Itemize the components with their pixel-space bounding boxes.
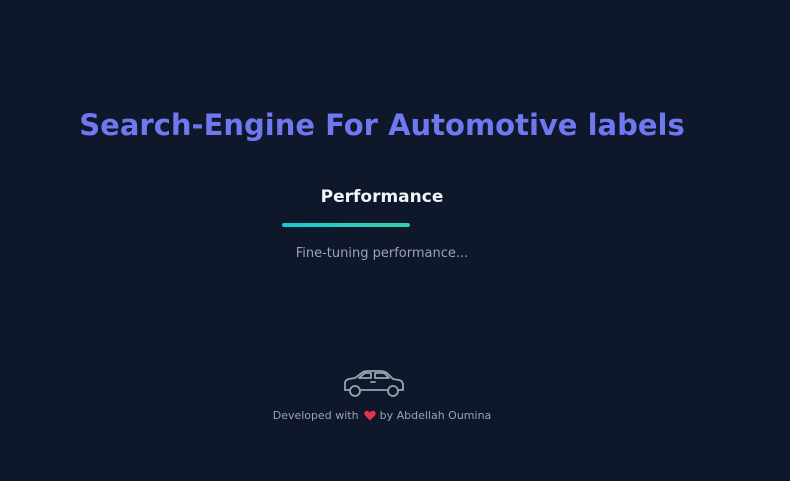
footer-credit: Developed with by Abdellah Oumina xyxy=(0,409,764,422)
app-title: Search-Engine For Automotive labels xyxy=(79,108,685,142)
progress-bar-fill xyxy=(282,223,410,227)
footer-prefix: Developed with xyxy=(272,409,359,422)
loading-screen: Search-Engine For Automotive labels Perf… xyxy=(0,0,790,481)
progress-bar xyxy=(282,223,410,227)
loading-step-label: Performance xyxy=(320,187,444,207)
car-icon xyxy=(344,370,404,397)
footer-suffix: by Abdellah Oumina xyxy=(379,409,492,422)
loading-status-text: Fine-tuning performance... xyxy=(295,246,469,261)
heart-icon xyxy=(363,410,376,421)
